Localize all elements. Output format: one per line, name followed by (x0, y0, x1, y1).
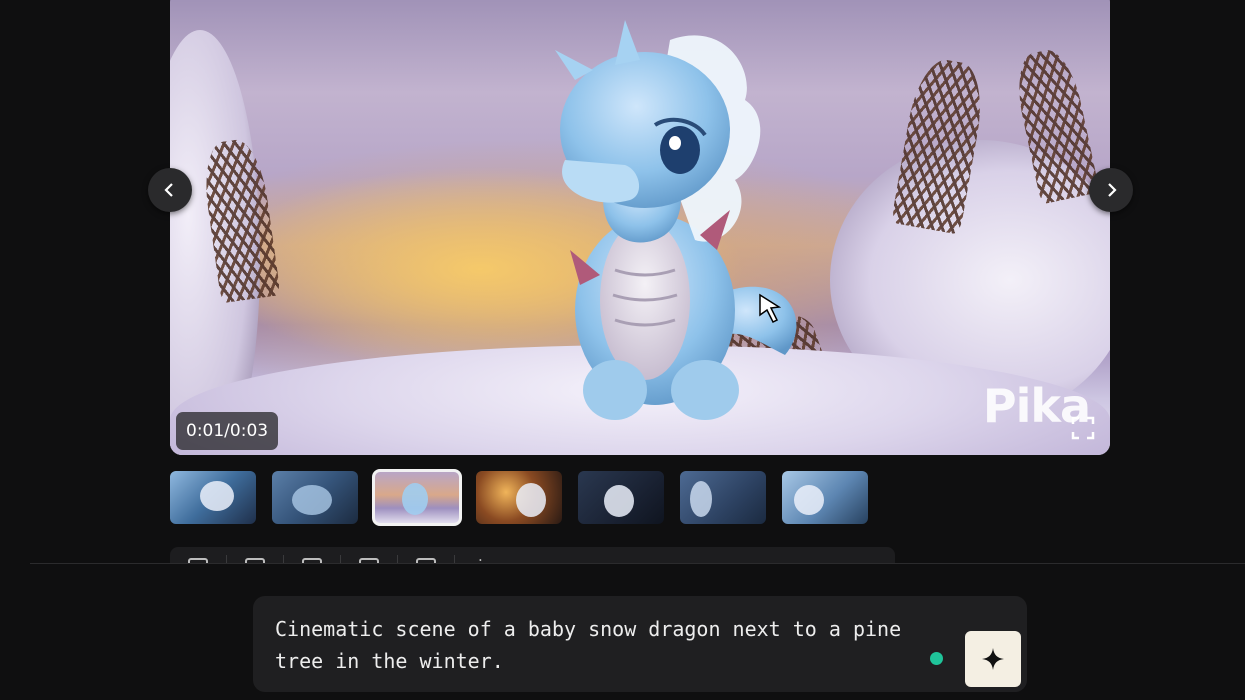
thumbnail-6[interactable] (680, 471, 766, 524)
generate-button[interactable] (965, 631, 1021, 687)
sparkle-icon (982, 648, 1004, 670)
more-options-button[interactable]: ⋮ (455, 555, 506, 563)
previous-button[interactable] (148, 168, 192, 212)
chevron-right-icon (1108, 183, 1117, 197)
thumbnail-7[interactable] (782, 471, 868, 524)
action-button[interactable] (284, 555, 341, 563)
action-bar: ⋮ (170, 547, 895, 563)
action-button[interactable] (341, 555, 398, 563)
video-player[interactable]: Pika 0:01/0:03 (170, 0, 1110, 455)
thumbnail-2[interactable] (272, 471, 358, 524)
fullscreen-icon[interactable] (1070, 415, 1096, 441)
action-button[interactable] (398, 555, 455, 563)
section-divider (30, 563, 1245, 564)
more-icon: ⋮ (473, 556, 488, 563)
thumbnail-1[interactable] (170, 471, 256, 524)
prompt-box: Cinematic scene of a baby snow dragon ne… (253, 596, 1027, 692)
action-button[interactable] (170, 555, 227, 563)
thumbnail-4[interactable] (476, 471, 562, 524)
action-button[interactable] (227, 555, 284, 563)
status-indicator (930, 652, 943, 665)
chevron-left-icon (164, 183, 173, 197)
next-button[interactable] (1089, 168, 1133, 212)
snow-dragon-figure (555, 20, 797, 420)
prompt-input[interactable]: Cinematic scene of a baby snow dragon ne… (275, 613, 955, 677)
thumbnail-strip (170, 469, 868, 526)
thumbnail-5[interactable] (578, 471, 664, 524)
playback-time: 0:01/0:03 (176, 412, 279, 450)
thumbnail-3[interactable] (372, 469, 462, 526)
